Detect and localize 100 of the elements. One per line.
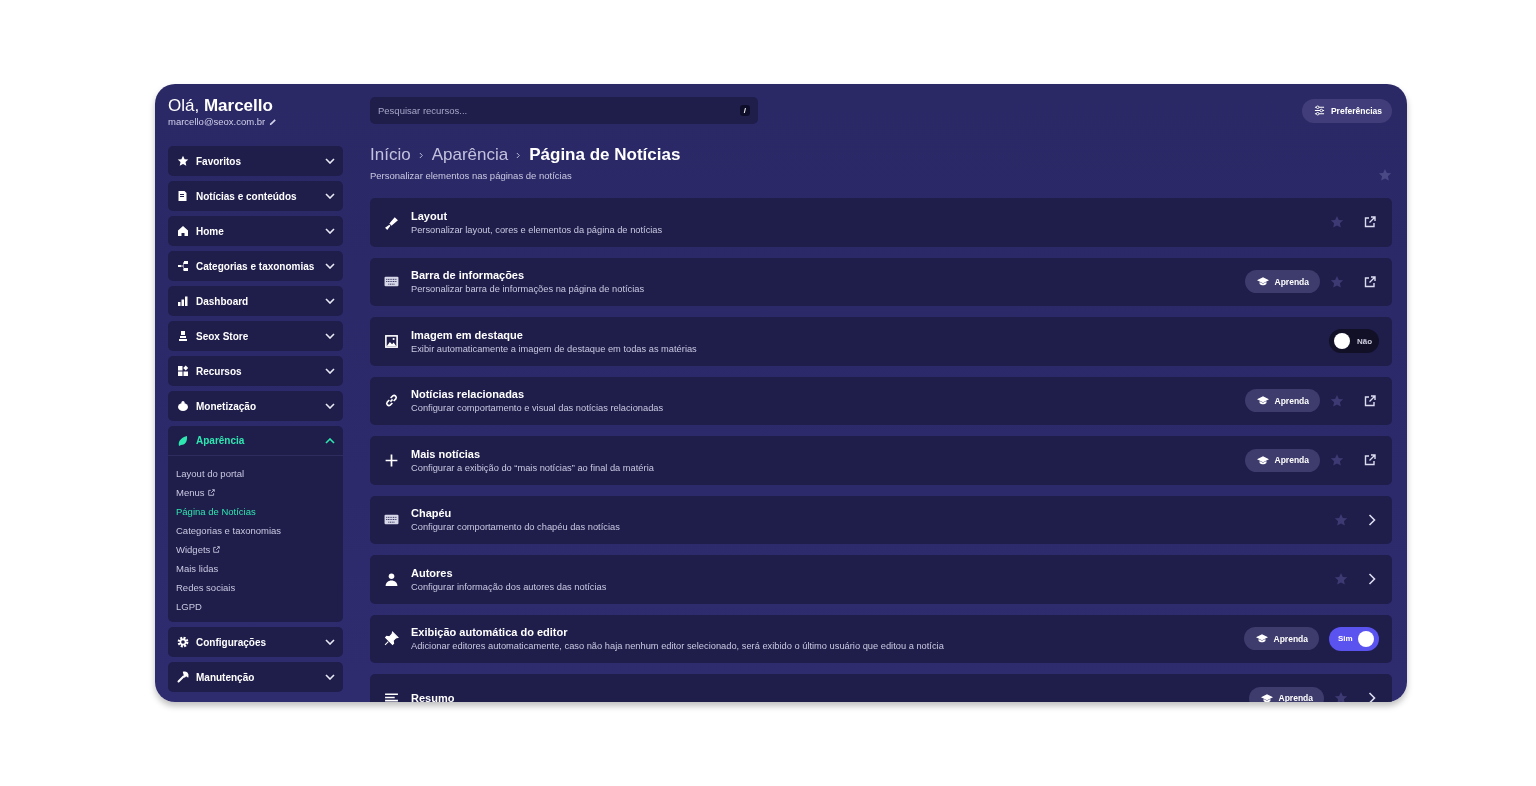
learn-button[interactable]: Aprenda — [1244, 448, 1320, 472]
submenu-link[interactable]: Categorias e taxonomias — [176, 521, 335, 540]
chevron-down-icon — [325, 674, 335, 680]
settings-row[interactable]: Exibição automática do editor Adicionar editores automaticamente, caso não haja nenhum editor selecionado, será exibido o último usuário que editou a notícia Aprenda Sim — [370, 614, 1392, 663]
preferences-button[interactable]: Preferências — [1301, 98, 1392, 123]
gear-icon — [177, 636, 189, 648]
home-icon — [177, 225, 189, 237]
submenu-link[interactable]: Layout do portal — [176, 464, 335, 483]
sidebar-item[interactable]: Favoritos — [168, 146, 343, 176]
page-subtitle: Personalizar elementos nas páginas de notícias — [370, 169, 572, 181]
settings-row[interactable]: Barra de informações Personalizar barra de informações na página de notícias Aprenda — [370, 257, 1392, 306]
row-title: Chapéu — [411, 507, 453, 520]
sidebar-item[interactable]: Configurações — [168, 627, 343, 657]
chevron-right-icon — [418, 151, 424, 159]
settings-row[interactable]: Autores Configurar informação dos autores das notícias — [370, 555, 1392, 604]
leaf-icon — [177, 434, 189, 447]
graduation-cap-icon — [1256, 277, 1269, 287]
external-link-icon[interactable] — [1364, 454, 1376, 467]
star-icon[interactable] — [1334, 572, 1348, 587]
user-icon — [384, 571, 399, 587]
star-icon[interactable] — [1330, 453, 1344, 468]
star-icon[interactable] — [1334, 691, 1348, 702]
pin-icon — [384, 631, 399, 647]
row-title: Exibição automática do editor — [411, 626, 569, 639]
chevron-down-icon — [325, 333, 335, 339]
shortcut-key: / — [739, 105, 750, 116]
submenu-link[interactable]: Widgets — [176, 540, 335, 559]
row-description: Exibir automaticamente a imagem de destaque em todas as matérias — [411, 343, 698, 354]
sidebar-item[interactable]: Dashboard — [168, 286, 343, 316]
row-title: Mais notícias — [411, 447, 482, 460]
doc-icon — [177, 190, 189, 202]
grid-icon — [177, 365, 189, 377]
row-description: Personalizar layout, cores e elementos da página de notícias — [411, 224, 664, 235]
sidebar-item[interactable]: Seox Store — [168, 321, 343, 351]
chevron-right-icon[interactable] — [1368, 513, 1376, 526]
settings-row[interactable]: Mais notícias Configurar a exibição do “mais notícias” ao final da matéria Aprenda — [370, 436, 1392, 485]
toggle-switch[interactable]: Não — [1329, 329, 1379, 354]
graduation-cap-icon — [1256, 455, 1269, 465]
graduation-cap-icon — [1256, 396, 1269, 406]
star-icon[interactable] — [1330, 393, 1344, 408]
chevron-up-icon — [325, 437, 335, 444]
chevron-down-icon — [325, 298, 335, 304]
external-link-icon — [213, 546, 221, 553]
toggle-switch[interactable]: Sim — [1329, 626, 1379, 651]
external-link-icon[interactable] — [1364, 216, 1376, 229]
sliders-icon — [1313, 105, 1325, 116]
row-description: Configurar comportamento do chapéu das notícias — [411, 522, 621, 533]
submenu-link[interactable]: Mais lidas — [176, 559, 335, 578]
sidebar-item[interactable]: Categorias e taxonomias — [168, 251, 343, 281]
sidebar-item[interactable]: Manutenção — [168, 662, 343, 692]
bars-icon — [177, 295, 189, 307]
breadcrumb-link[interactable]: Aparência — [431, 145, 509, 165]
settings-row[interactable]: Imagem em destaque Exibir automaticamente a imagem de destaque em todas as matérias Não — [370, 317, 1392, 366]
chevron-right-icon[interactable] — [1368, 573, 1376, 586]
star-icon[interactable] — [1330, 274, 1344, 289]
external-link-icon — [207, 489, 215, 496]
star-icon[interactable] — [1330, 215, 1344, 230]
sidebar-item[interactable]: Notícias e conteúdos — [168, 181, 343, 211]
submenu-link[interactable]: Redes sociais — [176, 578, 335, 597]
submenu-link[interactable]: LGPD — [176, 597, 335, 616]
chevron-down-icon — [325, 158, 335, 164]
chevron-right-icon — [516, 151, 522, 159]
submenu-link[interactable]: Menus — [176, 483, 335, 502]
chevron-down-icon — [325, 228, 335, 234]
image-icon — [384, 333, 399, 349]
learn-button[interactable]: Aprenda — [1244, 270, 1320, 294]
user-email: marcello@seox.com.br — [168, 116, 266, 127]
lines-icon — [384, 690, 399, 702]
breadcrumb-link[interactable]: Início — [370, 145, 411, 165]
graduation-cap-icon — [1260, 693, 1273, 702]
row-title: Imagem em destaque — [411, 328, 524, 341]
settings-row[interactable]: Notícias relacionadas Configurar comportamento e visual das notícias relacionadas Aprenda — [370, 376, 1392, 425]
learn-button[interactable]: Aprenda — [1243, 627, 1319, 651]
row-title: Autores — [411, 566, 454, 579]
link-icon — [384, 393, 399, 409]
sidebar-item[interactable]: Monetização — [168, 391, 343, 421]
row-description: Configurar comportamento e visual das notícias relacionadas — [411, 403, 665, 414]
submenu-link[interactable]: Página de Notícias — [176, 502, 335, 521]
sidebar-item[interactable]: Recursos — [168, 356, 343, 386]
external-link-icon[interactable] — [1364, 394, 1376, 407]
sidebar-item[interactable]: Aparência — [168, 426, 343, 456]
row-title: Resumo — [411, 692, 456, 702]
star-icon — [177, 155, 189, 167]
chevron-down-icon — [325, 639, 335, 645]
pencil-icon[interactable] — [269, 117, 278, 126]
learn-button[interactable]: Aprenda — [1244, 389, 1320, 413]
row-description: Configurar a exibição do “mais notícias” ao final da matéria — [411, 462, 655, 473]
breadcrumb-current: Página de Notícias — [529, 145, 681, 165]
sidebar-item[interactable]: Home — [168, 216, 343, 246]
tree-icon — [177, 260, 189, 272]
settings-row[interactable]: Layout Personalizar layout, cores e elementos da página de notícias — [370, 198, 1392, 247]
chevron-down-icon — [325, 368, 335, 374]
star-icon[interactable] — [1334, 512, 1348, 527]
external-link-icon[interactable] — [1364, 275, 1376, 288]
brush-icon — [384, 214, 399, 230]
settings-row[interactable]: Chapéu Configurar comportamento do chapéu das notícias — [370, 495, 1392, 544]
graduation-cap-icon — [1255, 634, 1268, 644]
chevron-right-icon[interactable] — [1368, 692, 1376, 702]
chevron-down-icon — [325, 193, 335, 199]
star-icon[interactable] — [1378, 168, 1392, 182]
